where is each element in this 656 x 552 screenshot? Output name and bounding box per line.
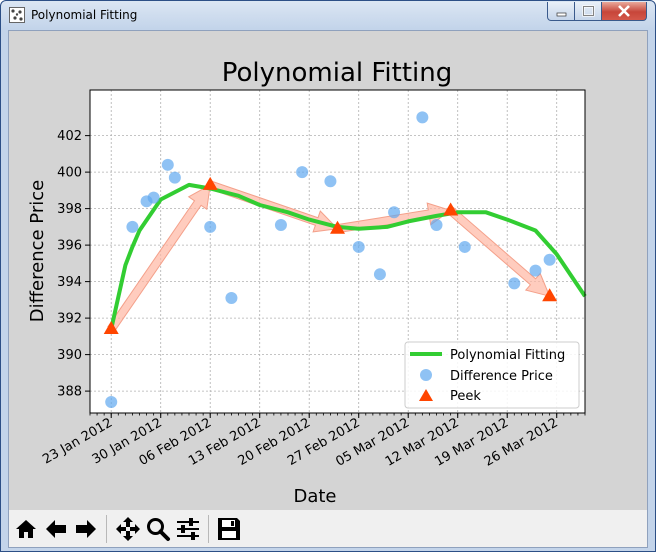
configure-subplots-button[interactable] <box>175 516 201 542</box>
data-point <box>416 111 429 124</box>
data-point <box>204 220 217 233</box>
window-title: Polynomial Fitting <box>31 8 138 22</box>
data-point <box>388 206 401 219</box>
data-point <box>168 171 181 184</box>
title-bar[interactable]: Polynomial Fitting <box>1 1 655 29</box>
toolbar-separator <box>106 515 107 543</box>
pan-button[interactable] <box>115 516 141 542</box>
legend-label-polynomial-fitting: Polynomial Fitting <box>450 348 565 363</box>
y-tick-label: 392 <box>57 312 82 327</box>
close-icon <box>618 5 630 17</box>
save-button[interactable] <box>216 516 242 542</box>
y-tick-label: 402 <box>57 129 82 144</box>
move-icon <box>116 517 140 541</box>
close-button[interactable] <box>601 2 647 21</box>
data-point <box>373 268 386 281</box>
toolbar-separator <box>208 515 209 543</box>
navigation-toolbar <box>9 510 647 547</box>
data-point <box>105 396 118 409</box>
back-button[interactable] <box>43 516 69 542</box>
data-point <box>274 219 287 232</box>
data-point <box>430 219 443 232</box>
legend: Polynomial Fitting Difference Price Peek <box>404 341 580 409</box>
data-point <box>161 158 174 171</box>
legend-label-difference-price: Difference Price <box>450 369 553 384</box>
data-point <box>529 264 542 277</box>
app-window: Polynomial Fitting 388 390 392 394 396 398 400… <box>0 0 656 552</box>
y-axis-label: Difference Price <box>27 180 48 322</box>
floppy-disk-icon <box>218 518 240 540</box>
data-point <box>296 166 309 179</box>
data-point <box>352 240 365 253</box>
matplotlib-icon <box>9 7 25 23</box>
arrow-left-icon <box>46 520 66 538</box>
data-point <box>126 220 139 233</box>
y-tick-label: 390 <box>57 348 82 363</box>
data-point <box>543 253 556 266</box>
sliders-icon <box>177 518 199 540</box>
minimize-button[interactable] <box>547 2 575 21</box>
home-icon <box>16 520 36 538</box>
maximize-button[interactable] <box>574 2 602 21</box>
data-point <box>508 277 521 290</box>
chart[interactable]: 388390392394396398400402 23 Jan 201230 J… <box>9 31 647 510</box>
magnifier-icon <box>147 518 170 541</box>
y-tick-label: 400 <box>57 166 82 181</box>
forward-button[interactable] <box>73 516 99 542</box>
minimize-icon <box>556 12 567 17</box>
zoom-button[interactable] <box>145 516 171 542</box>
y-tick-label: 398 <box>57 202 82 217</box>
legend-swatch-circle <box>420 369 432 381</box>
y-tick-label: 396 <box>57 239 82 254</box>
arrow-right-icon <box>76 520 96 538</box>
y-tick-label: 388 <box>57 385 82 400</box>
figure-canvas-area: 388 390 392 394 396 398 400 402 23 Jan 2012 30 J… <box>8 30 648 548</box>
maximize-icon <box>582 5 595 17</box>
data-point <box>225 292 238 305</box>
chart-title: Polynomial Fitting <box>222 58 453 88</box>
y-tick-label: 394 <box>57 275 82 290</box>
data-point <box>324 175 337 188</box>
data-point <box>147 191 160 204</box>
x-axis-label: Date <box>293 486 336 507</box>
data-point <box>458 240 471 253</box>
home-button[interactable] <box>13 516 39 542</box>
legend-label-peek: Peek <box>450 389 481 404</box>
